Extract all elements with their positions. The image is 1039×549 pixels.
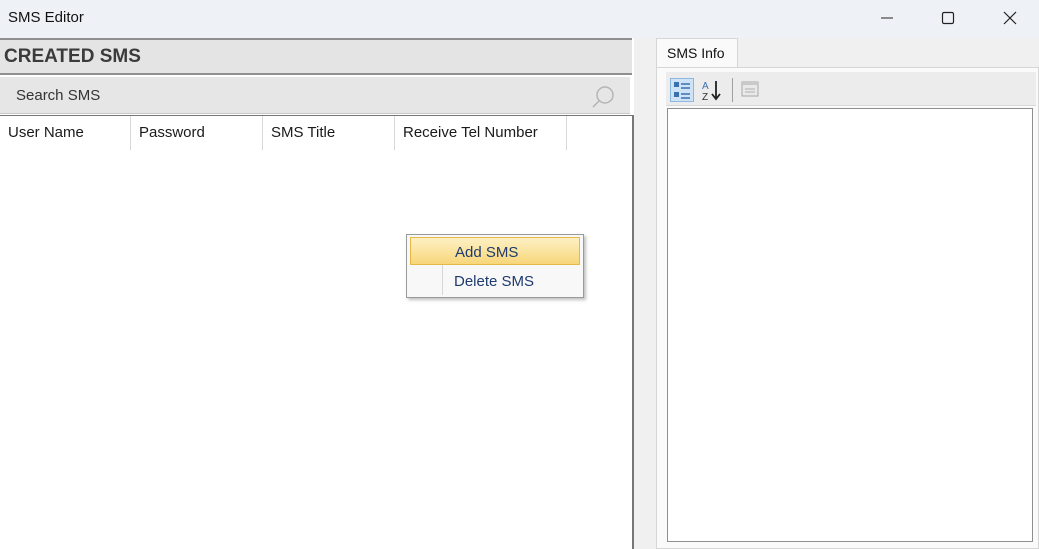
close-button[interactable]: [987, 0, 1033, 36]
search-placeholder: Search SMS: [16, 87, 101, 104]
panel-title: CREATED SMS: [4, 46, 141, 67]
minimize-button[interactable]: [864, 0, 910, 36]
sort-alphabetical-button[interactable]: A Z: [700, 78, 724, 103]
context-menu: Add SMS Delete SMS: [406, 234, 584, 298]
column-header-user-name[interactable]: User Name: [0, 116, 131, 150]
menu-item-delete-sms[interactable]: Delete SMS: [410, 267, 580, 295]
search-input[interactable]: Search SMS: [0, 77, 630, 114]
title-bar: SMS Editor: [0, 0, 1039, 38]
categorized-button[interactable]: [670, 78, 694, 102]
window-title: SMS Editor: [8, 9, 84, 26]
svg-text:A: A: [702, 81, 709, 92]
sms-info-panel: SMS Info A Z: [654, 38, 1039, 549]
tab-sms-info[interactable]: SMS Info: [656, 38, 738, 68]
toolbar-separator: [732, 78, 733, 102]
column-header-sms-title[interactable]: SMS Title: [263, 116, 395, 150]
minimize-icon: [881, 17, 893, 19]
property-toolbar: A Z: [666, 72, 1036, 106]
menu-item-label: Delete SMS: [454, 273, 535, 290]
property-list[interactable]: [667, 108, 1033, 542]
column-header-receive-tel-number[interactable]: Receive Tel Number: [395, 116, 567, 150]
menu-item-label: Add SMS: [455, 244, 519, 261]
sort-alphabetical-icon: A Z: [702, 81, 721, 103]
panel-header: CREATED SMS: [0, 38, 632, 75]
search-icon[interactable]: [592, 85, 616, 109]
categorized-icon: [674, 82, 690, 99]
close-icon: [1003, 11, 1017, 25]
menu-item-add-sms[interactable]: Add SMS: [410, 237, 580, 265]
maximize-icon: [941, 11, 955, 25]
maximize-button[interactable]: [925, 0, 971, 36]
sms-table[interactable]: User Name Password SMS Title Receive Tel…: [0, 115, 634, 549]
property-pages-icon: [741, 81, 759, 97]
column-header-password[interactable]: Password: [131, 116, 263, 150]
property-grid: A Z: [656, 67, 1039, 549]
svg-text:Z: Z: [702, 92, 708, 102]
property-pages-button[interactable]: [739, 78, 763, 102]
